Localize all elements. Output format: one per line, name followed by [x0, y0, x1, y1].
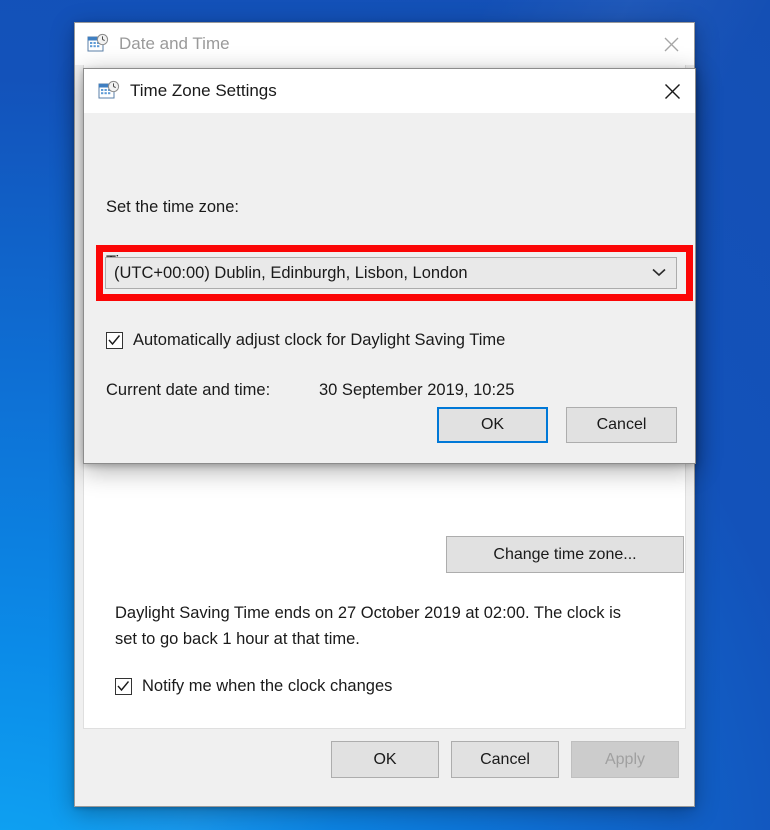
close-icon[interactable] [649, 69, 695, 113]
cancel-button[interactable]: Cancel [451, 741, 559, 778]
notify-clock-changes-checkbox[interactable] [115, 678, 132, 695]
time-zone-settings-body: Set the time zone: Time zone: (UTC+00:00… [84, 113, 695, 463]
current-date-time-label: Current date and time: [106, 381, 271, 399]
set-time-zone-label: Set the time zone: [106, 198, 239, 216]
date-and-time-title: Date and Time [119, 34, 230, 53]
date-time-icon [98, 80, 120, 102]
auto-adjust-dst-checkbox-row[interactable]: Automatically adjust clock for Daylight … [106, 331, 505, 350]
notify-clock-changes-label: Notify me when the clock changes [142, 677, 393, 695]
time-zone-dialog-button-group: OK Cancel [437, 407, 677, 443]
time-zone-dropdown[interactable]: (UTC+00:00) Dublin, Edinburgh, Lisbon, L… [105, 257, 677, 289]
chevron-down-icon [652, 264, 666, 282]
notify-clock-changes-checkbox-row[interactable]: Notify me when the clock changes [115, 677, 392, 696]
daylight-saving-note: Daylight Saving Time ends on 27 October … [115, 604, 621, 648]
time-zone-settings-dialog: Time Zone Settings Set the time zone: Ti… [83, 68, 696, 464]
date-and-time-titlebar: Date and Time [75, 23, 694, 65]
change-time-zone-button[interactable]: Change time zone... [446, 536, 684, 573]
auto-adjust-dst-label: Automatically adjust clock for Daylight … [133, 331, 506, 349]
time-zone-ok-button[interactable]: OK [437, 407, 548, 443]
current-date-time-value: 30 September 2019, 10:25 [319, 381, 515, 399]
date-and-time-footer: OK Cancel Apply [75, 728, 694, 806]
auto-adjust-dst-checkbox[interactable] [106, 332, 123, 349]
time-zone-dropdown-wrapper: (UTC+00:00) Dublin, Edinburgh, Lisbon, L… [105, 257, 677, 289]
date-time-icon [87, 33, 109, 55]
time-zone-cancel-button[interactable]: Cancel [566, 407, 677, 443]
time-zone-dropdown-value: (UTC+00:00) Dublin, Edinburgh, Lisbon, L… [114, 263, 468, 282]
ok-button[interactable]: OK [331, 741, 439, 778]
footer-button-group: OK Cancel Apply [331, 741, 679, 778]
apply-button: Apply [571, 741, 679, 778]
close-icon[interactable] [648, 23, 694, 65]
time-zone-settings-title: Time Zone Settings [130, 81, 277, 100]
time-zone-settings-titlebar: Time Zone Settings [84, 69, 695, 113]
